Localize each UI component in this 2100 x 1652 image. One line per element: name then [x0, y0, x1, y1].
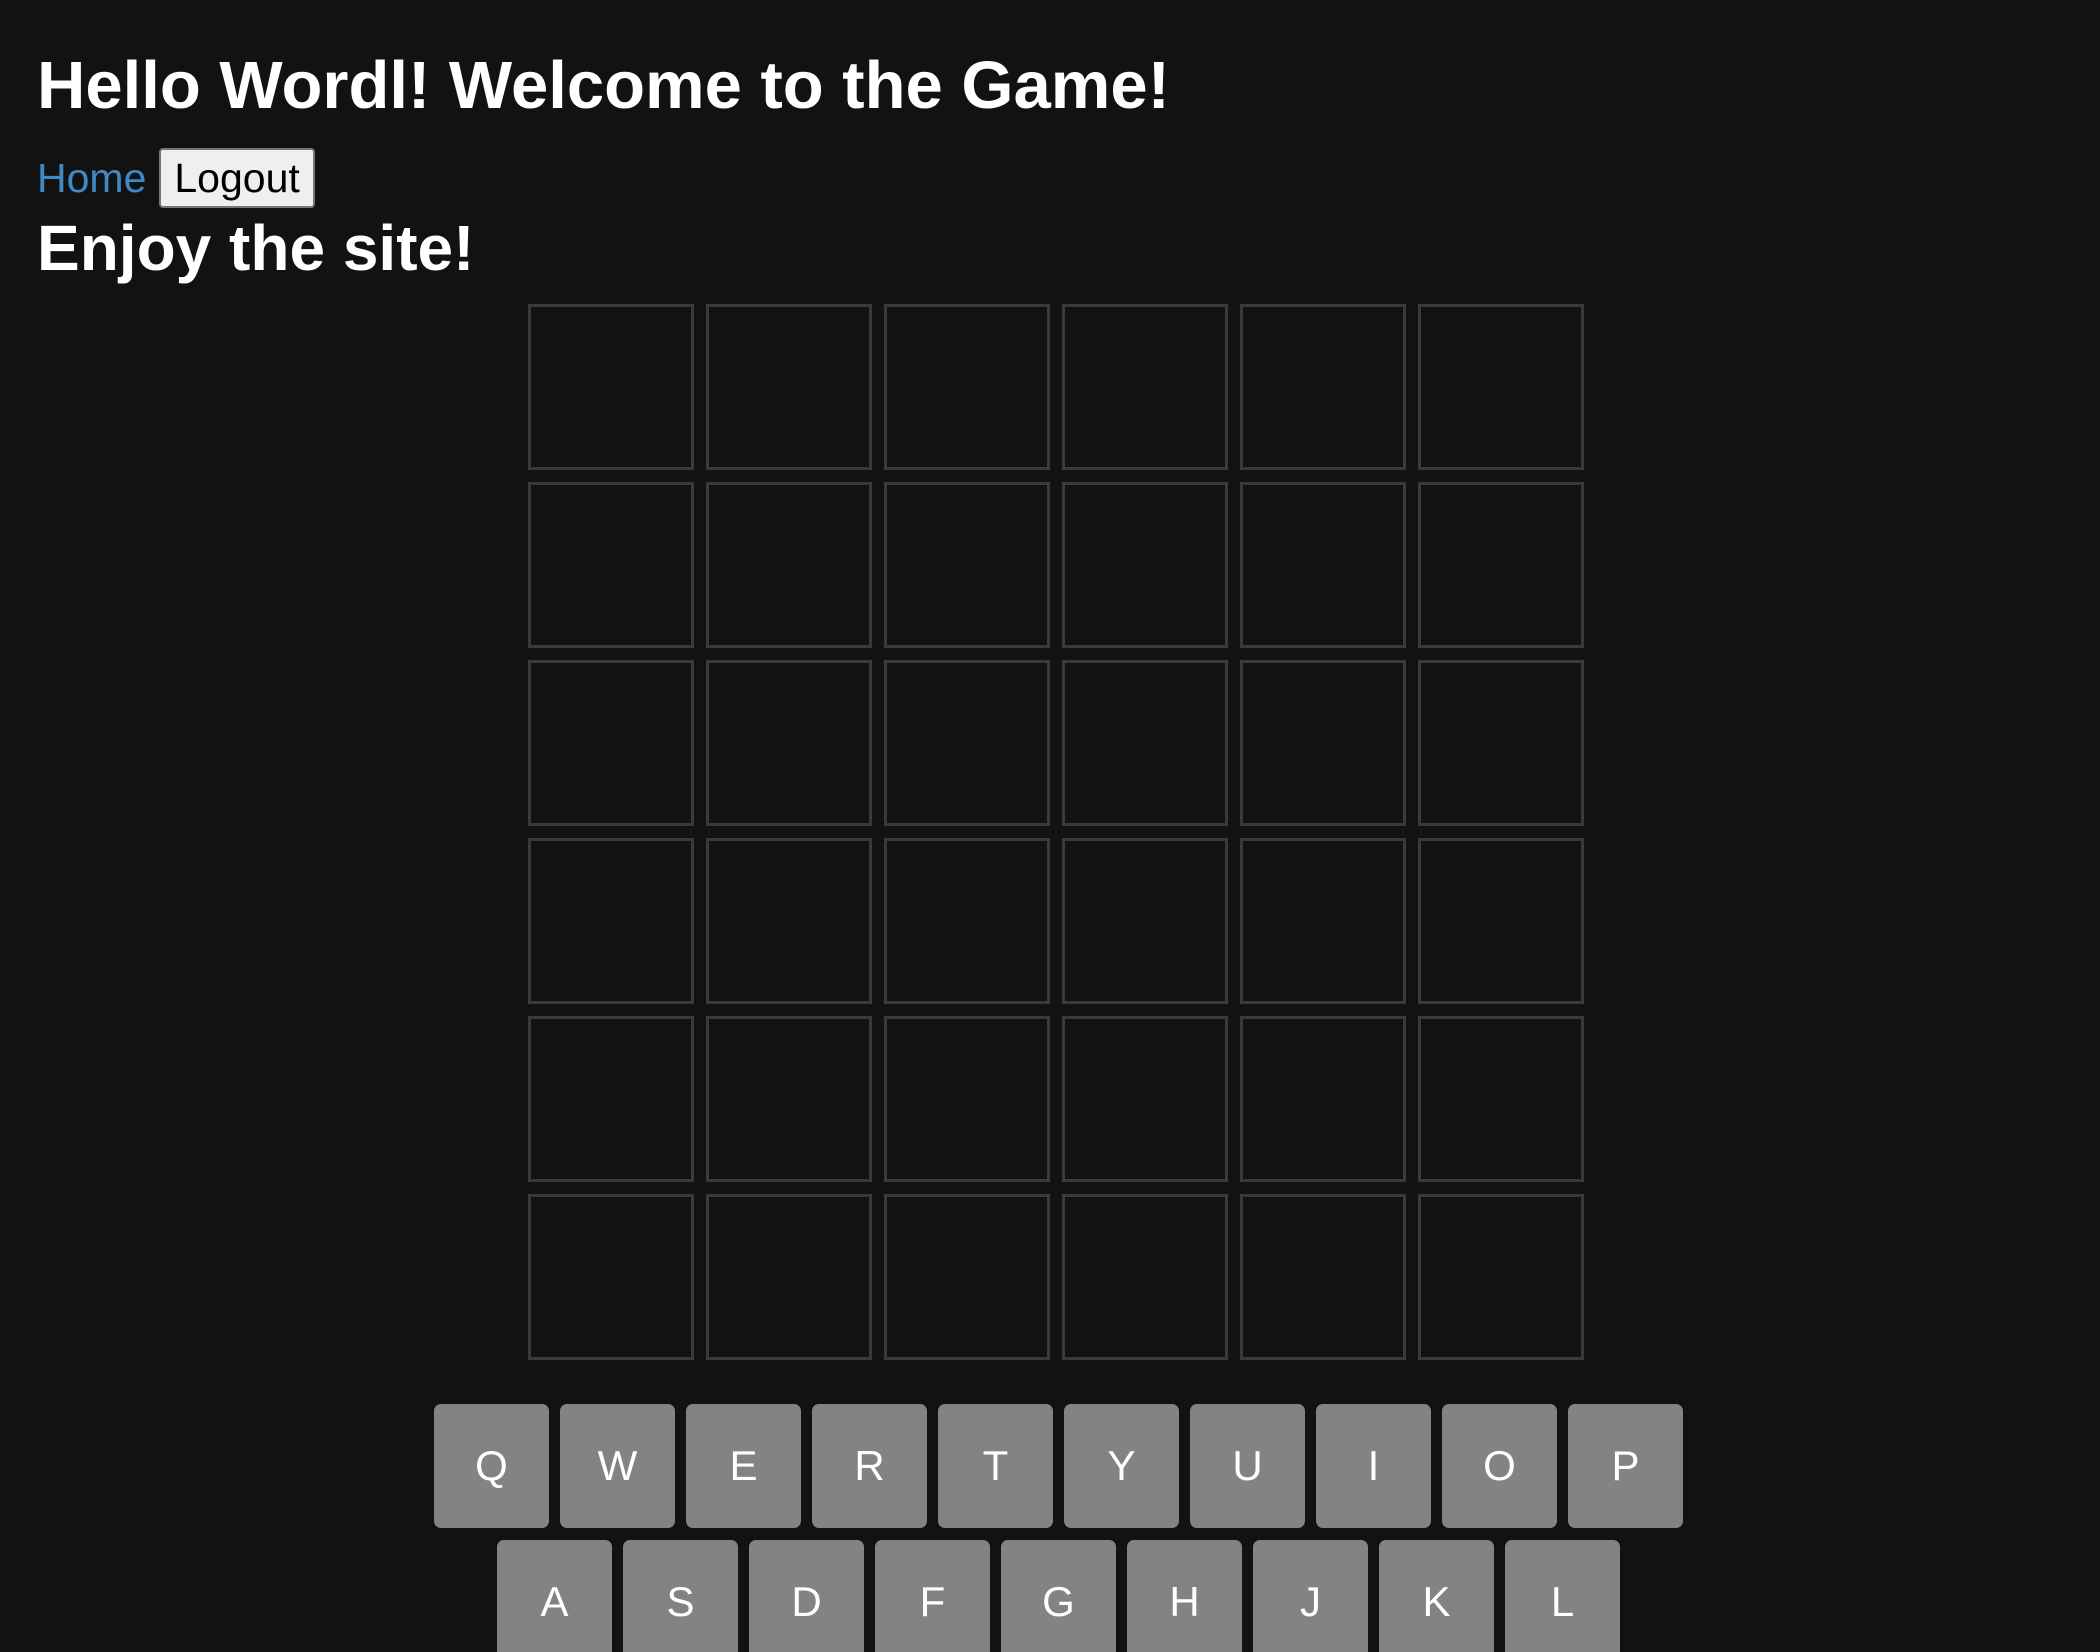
key-i[interactable]: I [1316, 1404, 1431, 1528]
board-tile [1240, 838, 1406, 1004]
key-t[interactable]: T [938, 1404, 1053, 1528]
board-tile [706, 838, 872, 1004]
board-tile [1062, 304, 1228, 470]
board-tile [1062, 838, 1228, 1004]
key-g[interactable]: G [1001, 1540, 1116, 1652]
board-tile [706, 482, 872, 648]
keyboard-row-1: Q W E R T Y U I O P [434, 1404, 1683, 1528]
board-tile [1418, 482, 1584, 648]
board-tile [1240, 660, 1406, 826]
key-r[interactable]: R [812, 1404, 927, 1528]
keyboard-row-2: A S D F G H J K L [497, 1540, 1620, 1652]
board-tile [1240, 482, 1406, 648]
board-tile [1240, 1194, 1406, 1360]
home-link[interactable]: Home [37, 157, 146, 199]
board-tile [1418, 1016, 1584, 1182]
board-tile [706, 1194, 872, 1360]
board-tile [1062, 660, 1228, 826]
nav-bar: Home Logout [37, 148, 315, 208]
key-y[interactable]: Y [1064, 1404, 1179, 1528]
board-tile [1418, 838, 1584, 1004]
key-w[interactable]: W [560, 1404, 675, 1528]
board-tile [528, 1194, 694, 1360]
board-tile [1418, 1194, 1584, 1360]
key-u[interactable]: U [1190, 1404, 1305, 1528]
key-p[interactable]: P [1568, 1404, 1683, 1528]
key-l[interactable]: L [1505, 1540, 1620, 1652]
board-tile [1062, 482, 1228, 648]
board-tile [884, 482, 1050, 648]
board-tile [706, 1016, 872, 1182]
board-tile [528, 838, 694, 1004]
board-tile [1418, 660, 1584, 826]
board-tile [528, 482, 694, 648]
board-tile [1240, 1016, 1406, 1182]
board-tile [884, 660, 1050, 826]
board-tile [884, 838, 1050, 1004]
key-f[interactable]: F [875, 1540, 990, 1652]
key-h[interactable]: H [1127, 1540, 1242, 1652]
key-q[interactable]: Q [434, 1404, 549, 1528]
page-title: Hello Wordl! Welcome to the Game! [37, 48, 1170, 123]
board-tile [884, 304, 1050, 470]
logout-button[interactable]: Logout [159, 148, 315, 208]
board-tile [528, 1016, 694, 1182]
key-o[interactable]: O [1442, 1404, 1557, 1528]
board-tile [1062, 1016, 1228, 1182]
board-tile [706, 304, 872, 470]
board-tile [528, 304, 694, 470]
board-tile [884, 1016, 1050, 1182]
board-tile [1062, 1194, 1228, 1360]
key-s[interactable]: S [623, 1540, 738, 1652]
key-d[interactable]: D [749, 1540, 864, 1652]
board-tile [1418, 304, 1584, 470]
board-tile [884, 1194, 1050, 1360]
key-e[interactable]: E [686, 1404, 801, 1528]
key-j[interactable]: J [1253, 1540, 1368, 1652]
board-tile [1240, 304, 1406, 470]
game-board [528, 304, 1586, 1362]
board-tile [706, 660, 872, 826]
key-k[interactable]: K [1379, 1540, 1494, 1652]
subtitle: Enjoy the site! [37, 212, 475, 284]
key-a[interactable]: A [497, 1540, 612, 1652]
board-tile [528, 660, 694, 826]
